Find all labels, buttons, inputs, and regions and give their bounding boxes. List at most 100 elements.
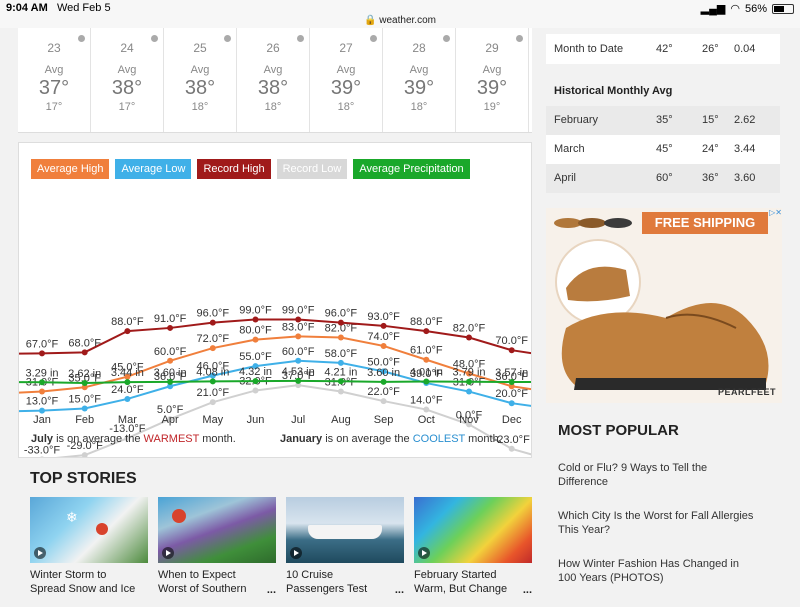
moon-phase-icon	[370, 35, 377, 42]
day-number: 23	[47, 41, 61, 55]
series-point	[39, 379, 45, 386]
series-point	[508, 400, 515, 407]
data-label: 13.0°F	[26, 396, 59, 408]
more-ellipsis: ...	[522, 584, 532, 596]
series-point	[124, 379, 131, 386]
series-point	[167, 378, 174, 385]
chart-svg: 31.0°F35.0°F45.0°F60.0°F72.0°F80.0°F83.0…	[19, 304, 531, 457]
story-caption-line1: 10 Cruise	[286, 569, 334, 581]
story-card[interactable]: ❄ Winter Storm to Spread Snow and Ice	[30, 497, 148, 607]
popular-item[interactable]: Which City Is the Worst for Fall Allergi…	[558, 509, 758, 537]
day-avg-high: 38°	[257, 77, 289, 99]
data-label: 3.60 in	[154, 367, 187, 379]
story-caption-line2: Worst of Southern	[158, 583, 247, 595]
address-bar[interactable]: 🔒 weather.com	[0, 15, 800, 26]
popular-item[interactable]: Cold or Flu? 9 Ways to Tell the Differen…	[558, 461, 758, 489]
popular-item[interactable]: How Winter Fashion Has Changed in 100 Ye…	[558, 557, 758, 585]
day-cell[interactable]: 26 Avg 38° 18°	[237, 28, 310, 132]
status-right: ▂▄▆ ◠ 56%	[701, 2, 794, 15]
day-cell[interactable]: 24 Avg 38° 17°	[91, 28, 164, 132]
series-point	[295, 333, 302, 340]
moon-phase-icon	[224, 35, 231, 42]
data-label: 58.0°F	[325, 348, 358, 360]
climate-facts: July is on average the WARMEST month. Ja…	[31, 433, 502, 445]
series-point	[81, 452, 88, 457]
data-label: 4.32 in	[239, 366, 272, 378]
day-avg-label: Avg	[117, 64, 137, 76]
day-cell[interactable]: 23 Avg 37° 17°	[18, 28, 91, 132]
day-cell[interactable]: 27 Avg 39° 18°	[310, 28, 383, 132]
story-thumbnail[interactable]: ❄	[30, 497, 148, 563]
data-label: 20.0°F	[495, 388, 528, 400]
data-label: 60.0°F	[154, 346, 187, 358]
series-point	[39, 388, 45, 395]
series-point	[380, 322, 387, 329]
day-avg-low: 18°	[264, 101, 282, 113]
data-label: 74.0°F	[367, 331, 400, 343]
data-label: 21.0°F	[197, 387, 230, 399]
series-point	[423, 406, 430, 413]
data-label: 4.01 in	[410, 366, 443, 378]
wifi-icon: ◠	[730, 3, 740, 15]
moon-phase-icon	[297, 35, 304, 42]
series-point	[252, 336, 259, 343]
signal-icon: ▂▄▆	[700, 3, 726, 15]
status-time: 9:04 AM Wed Feb 5	[6, 2, 111, 14]
data-label: 61.0°F	[410, 345, 443, 357]
story-card[interactable]: February Started Warm, But Change ...	[414, 497, 532, 607]
story-thumbnail[interactable]	[414, 497, 532, 563]
series-point	[252, 316, 259, 323]
series-point	[39, 407, 45, 414]
day-avg-low: 19°	[483, 101, 501, 113]
story-thumbnail[interactable]	[286, 497, 404, 563]
series-point	[252, 387, 259, 394]
series-point	[508, 347, 515, 354]
daily-averages-strip: 23 Avg 37° 17° 24 Avg 38° 17° 25 Avg 38° 18° 26 Avg 38…	[18, 28, 532, 133]
series-point	[337, 319, 344, 326]
day-avg-low: 18°	[337, 101, 355, 113]
x-tick-label: Aug	[331, 414, 351, 426]
series-point	[508, 378, 515, 385]
story-card[interactable]: 10 Cruise Passengers Test ...	[286, 497, 404, 607]
series-point	[423, 356, 430, 363]
day-cell[interactable]: 25 Avg 38° 18°	[164, 28, 237, 132]
play-icon	[34, 547, 46, 559]
shoe-ad[interactable]: FREE SHIPPING PEARLFEET ▷✕	[546, 208, 782, 403]
data-label: 3.79 in	[452, 367, 485, 379]
series-point	[337, 378, 344, 385]
moon-phase-icon	[78, 35, 85, 42]
series-point	[124, 395, 131, 402]
x-tick-label: Sep	[374, 414, 394, 426]
story-caption-line2: Spread Snow and Ice	[30, 583, 136, 595]
warm-word: WARMEST	[143, 433, 200, 445]
data-label: 4.21 in	[324, 366, 357, 378]
story-thumbnail[interactable]	[158, 497, 276, 563]
day-cell[interactable]: 29 Avg 39° 19°	[456, 28, 529, 132]
series-point	[209, 399, 216, 406]
historical-row: February 35° 15° 2.62	[546, 106, 780, 135]
ad-choices-icon[interactable]: ▷✕	[769, 208, 782, 217]
series-point	[337, 388, 344, 395]
snowflake-icon: ❄	[66, 509, 78, 525]
story-card[interactable]: When to Expect Worst of Southern ...	[158, 497, 276, 607]
story-caption-line2: Warm, But Change	[414, 583, 508, 595]
monthly-climate-chart: Average High Average Low Record High Record…	[18, 142, 532, 458]
day-cell[interactable]: 28 Avg 39° 18°	[383, 28, 456, 132]
day-avg-high: 39°	[330, 77, 362, 99]
series-point	[209, 319, 216, 326]
series-point	[124, 328, 131, 335]
historical-monthly-avg-title: Historical Monthly Avg	[554, 85, 673, 97]
data-label: 3.60 in	[367, 367, 400, 379]
shoe-ad-image	[546, 208, 782, 403]
data-label: 68.0°F	[68, 337, 101, 349]
series-point	[167, 324, 174, 331]
data-label: 55.0°F	[239, 351, 272, 363]
series-point	[252, 378, 259, 385]
data-label: 2.62 in	[68, 368, 101, 380]
battery-percent: 56%	[744, 2, 767, 15]
series-point	[167, 357, 174, 364]
data-label: 96.0°F	[197, 308, 230, 320]
day-avg-label: Avg	[482, 64, 502, 76]
data-label: 3.44 in	[111, 367, 144, 379]
x-tick-label: Feb	[75, 414, 94, 426]
